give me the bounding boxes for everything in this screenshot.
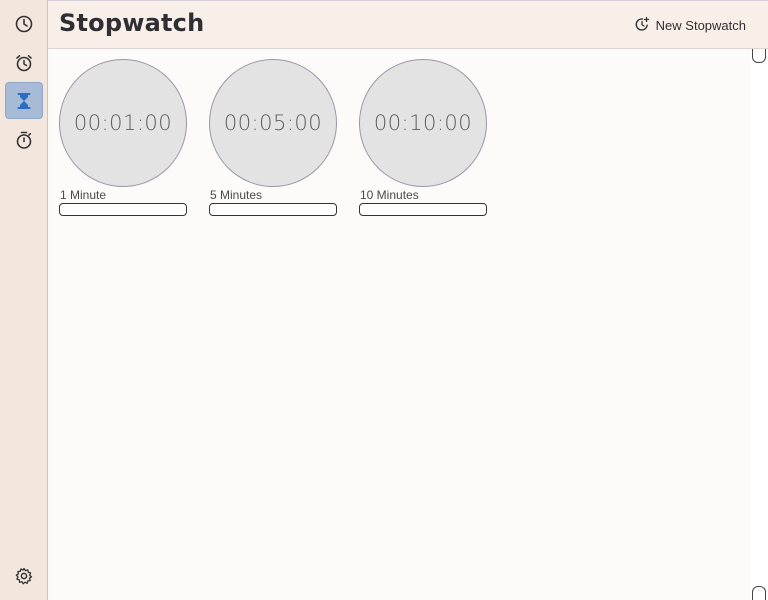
gear-icon <box>14 566 34 586</box>
page-title: Stopwatch <box>59 9 205 37</box>
hourglass-icon <box>14 91 34 111</box>
clock-icon <box>14 14 34 34</box>
timer-time: 00:01:00 <box>73 111 173 135</box>
timers-grid: 00:01:00 1 Minute 00:05:00 5 Minutes 00:… <box>49 49 751 600</box>
timer-name-input[interactable] <box>59 203 187 216</box>
scroll-down-button[interactable] <box>752 586 766 600</box>
nav-world-clock[interactable] <box>5 5 43 42</box>
scroll-up-button[interactable] <box>752 49 766 63</box>
stopwatch-icon <box>14 130 34 150</box>
timer-name-input[interactable] <box>209 203 337 216</box>
timer-label: 10 Minutes <box>360 188 419 202</box>
settings-button[interactable] <box>5 557 43 594</box>
timer-time: 00:10:00 <box>373 111 473 135</box>
timer-card[interactable]: 00:01:00 1 Minute <box>59 59 189 216</box>
timer-label: 1 Minute <box>60 188 107 202</box>
timer-plus-icon <box>634 16 650 35</box>
nav-alarm[interactable] <box>5 44 43 81</box>
new-stopwatch-button[interactable]: New Stopwatch <box>634 14 746 36</box>
timer-name-input[interactable] <box>359 203 487 216</box>
alarm-clock-icon <box>14 53 34 73</box>
timer-dial[interactable]: 00:01:00 <box>59 59 187 187</box>
timer-dial[interactable]: 00:05:00 <box>209 59 337 187</box>
nav-stopwatch[interactable] <box>5 121 43 158</box>
vertical-scrollbar[interactable] <box>751 49 768 600</box>
timer-card[interactable]: 00:05:00 5 Minutes <box>209 59 339 216</box>
app-window: Stopwatch New Stopwatch 00:01:00 1 Minut… <box>0 0 768 600</box>
timer-dial[interactable]: 00:10:00 <box>359 59 487 187</box>
nav-timer[interactable] <box>5 82 43 119</box>
timer-time: 00:05:00 <box>223 111 323 135</box>
timer-label: 5 Minutes <box>210 188 263 202</box>
new-stopwatch-label: New Stopwatch <box>655 17 746 33</box>
sidebar <box>0 0 48 600</box>
timer-card[interactable]: 00:10:00 10 Minutes <box>359 59 489 216</box>
header-bar: Stopwatch New Stopwatch <box>48 0 768 49</box>
